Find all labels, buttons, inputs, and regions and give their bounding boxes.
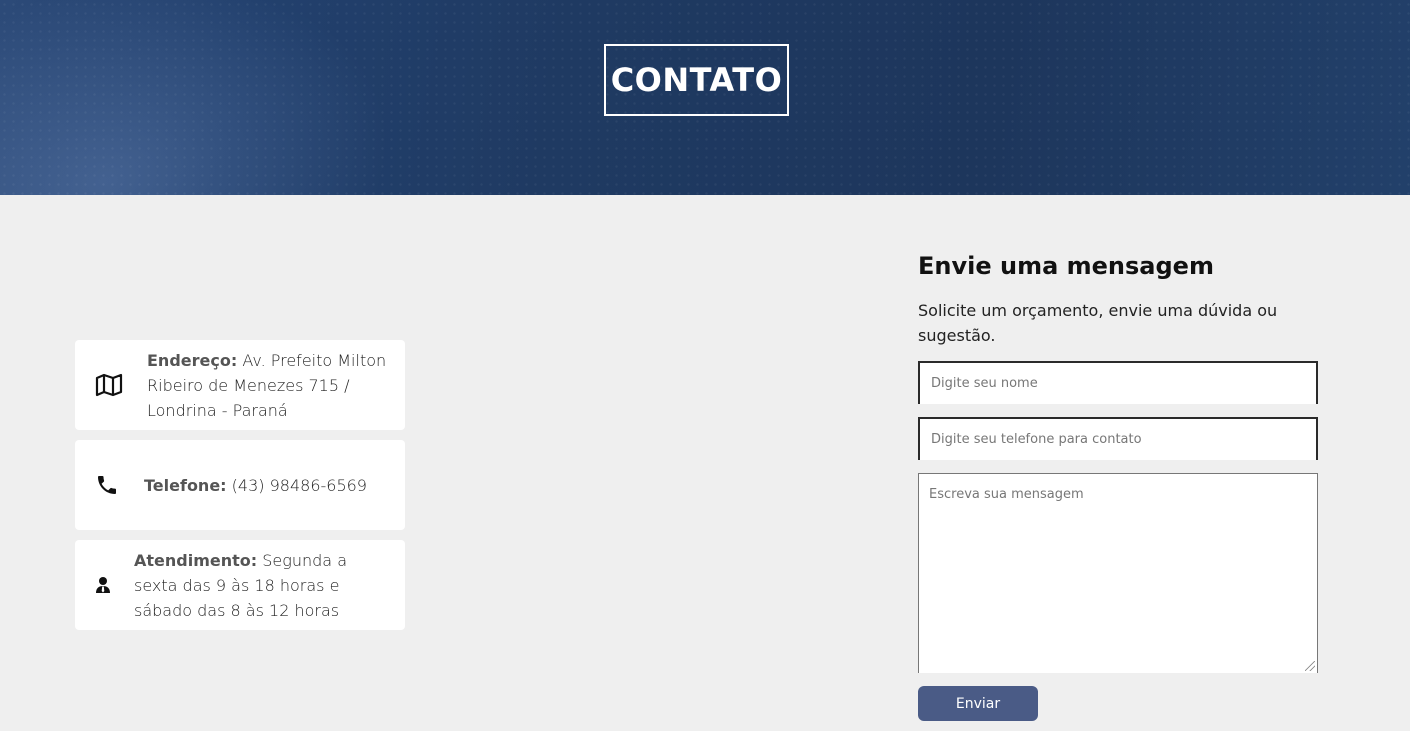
name-field[interactable]: Digite seu nome [918, 361, 1318, 404]
address-text: Endereço: Av. Prefeito Milton Ribeiro de… [147, 348, 392, 423]
phone-text: Telefone: (43) 98486-6569 [144, 473, 394, 498]
phone-card: Telefone: (43) 98486-6569 [75, 440, 405, 530]
name-placeholder: Digite seu nome [931, 376, 1038, 391]
hours-card: Atendimento: Segunda a sexta das 9 às 18… [75, 540, 405, 630]
phone-field[interactable]: Digite seu telefone para contato [918, 417, 1318, 460]
page-title: CONTATO [604, 44, 789, 116]
user-tie-icon [95, 576, 111, 594]
hours-text: Atendimento: Segunda a sexta das 9 às 18… [134, 548, 394, 623]
hours-label: Atendimento: [134, 551, 258, 570]
form-subtitle: Solicite um orçamento, envie uma dúvida … [918, 301, 1278, 345]
map-icon [95, 373, 123, 397]
message-field[interactable]: Escreva sua mensagem [918, 473, 1318, 673]
address-label: Endereço: [147, 351, 238, 370]
hero-banner: CONTATO [0, 0, 1410, 195]
form-title: Envie uma mensagem [918, 252, 1214, 280]
resize-handle[interactable] [1305, 661, 1315, 671]
phone-icon [95, 473, 119, 497]
phone-label: Telefone: [144, 476, 227, 495]
message-placeholder: Escreva sua mensagem [929, 487, 1084, 502]
submit-button[interactable]: Enviar [918, 686, 1038, 721]
phone-placeholder: Digite seu telefone para contato [931, 432, 1142, 447]
address-card: Endereço: Av. Prefeito Milton Ribeiro de… [75, 340, 405, 430]
phone-value: (43) 98486-6569 [226, 476, 367, 495]
